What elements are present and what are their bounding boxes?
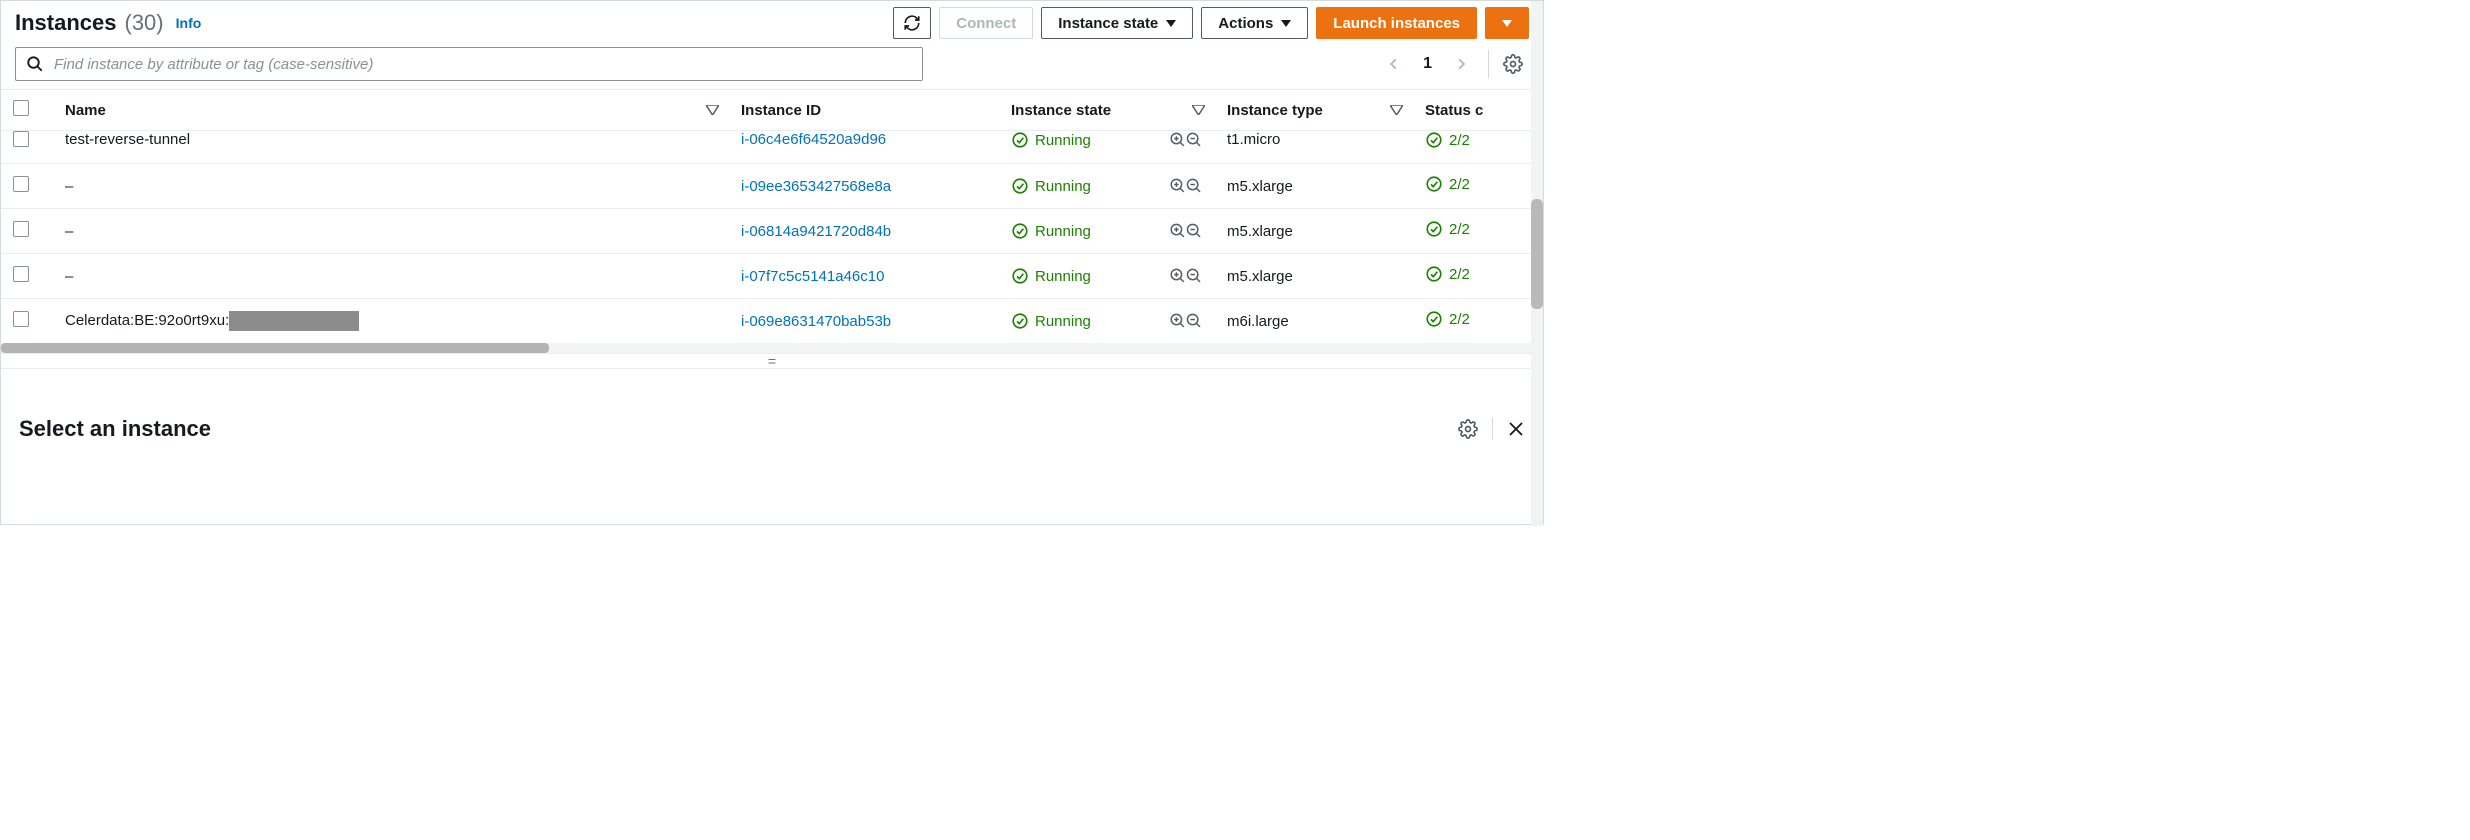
col-status[interactable]: Status c (1413, 90, 1543, 131)
row-checkbox[interactable] (13, 176, 29, 192)
search-input[interactable] (54, 56, 912, 73)
page-title: Instances (30) (15, 10, 164, 36)
state-running: Running (1011, 131, 1091, 149)
launch-instances-button[interactable]: Launch instances (1316, 7, 1477, 39)
instance-id-link[interactable]: i-09ee3653427568e8a (741, 178, 891, 195)
col-instance-state[interactable]: Instance state (999, 90, 1215, 131)
instance-count: (30) (125, 10, 164, 36)
chevron-down-icon (1502, 20, 1512, 27)
zoom-icons[interactable] (1169, 131, 1203, 149)
col-instance-id[interactable]: Instance ID (729, 90, 999, 131)
zoom-icons[interactable] (1169, 312, 1203, 330)
status-check: 2/2 (1425, 220, 1470, 238)
status-check: 2/2 (1425, 131, 1470, 149)
instance-state-dropdown[interactable]: Instance state (1041, 7, 1193, 39)
chevron-right-icon (1454, 55, 1468, 73)
detail-settings-button[interactable] (1458, 419, 1478, 439)
search-container[interactable] (15, 47, 923, 81)
chevron-left-icon (1387, 55, 1401, 73)
filter-icon[interactable] (706, 105, 719, 115)
redacted-block (229, 311, 359, 331)
horizontal-scrollbar[interactable] (1, 343, 1543, 353)
panel-splitter[interactable]: = (1, 353, 1543, 368)
instance-type: m6i.large (1227, 313, 1289, 330)
row-checkbox[interactable] (13, 131, 29, 147)
refresh-button[interactable] (893, 7, 931, 39)
status-check: 2/2 (1425, 310, 1470, 328)
state-running: Running (1011, 222, 1091, 240)
table-row[interactable]: – i-06814a9421720d84b Running m5.xlarge 2/2 (1, 209, 1543, 254)
status-check: 2/2 (1425, 265, 1470, 283)
state-running: Running (1011, 267, 1091, 285)
table-row[interactable]: – i-09ee3653427568e8a Running m5.xlarge 2/2 (1, 164, 1543, 209)
settings-button[interactable] (1488, 50, 1529, 78)
instance-type: t1.micro (1227, 131, 1280, 148)
launch-instances-caret[interactable] (1485, 7, 1529, 39)
row-checkbox[interactable] (13, 221, 29, 237)
filter-icon[interactable] (1390, 105, 1403, 115)
col-instance-type[interactable]: Instance type (1215, 90, 1413, 131)
instance-name: – (65, 223, 73, 240)
table-row[interactable]: – i-07f7c5c5141a46c10 Running m5.xlarge 2/2 (1, 254, 1543, 299)
divider (1492, 418, 1493, 440)
state-running: Running (1011, 312, 1091, 330)
instance-id-link[interactable]: i-069e8631470bab53b (741, 313, 891, 330)
drag-handle-icon: = (768, 353, 776, 369)
pager: 1 (1381, 50, 1529, 78)
pager-prev[interactable] (1381, 51, 1407, 77)
scrollbar-thumb[interactable] (1, 343, 549, 353)
table-row[interactable]: Celerdata:BE:92o0rt9xu: i-069e8631470bab5… (1, 299, 1543, 344)
instances-table-wrap: Name Instance ID Instance state Instance… (1, 89, 1543, 343)
actions-dropdown[interactable]: Actions (1201, 7, 1308, 39)
vertical-scrollbar[interactable] (1531, 1, 1543, 526)
instances-table: Name Instance ID Instance state Instance… (1, 90, 1543, 343)
instance-name: test-reverse-tunnel (65, 131, 190, 148)
row-checkbox[interactable] (13, 266, 29, 282)
chevron-down-icon (1281, 20, 1291, 27)
close-icon (1507, 420, 1525, 438)
select-all-checkbox[interactable] (13, 100, 29, 116)
table-row[interactable]: test-reverse-tunnel i-06c4e6f64520a9d96 Ru… (1, 131, 1543, 164)
detail-panel: Select an instance (1, 368, 1543, 488)
instance-name: – (65, 268, 73, 285)
zoom-icons[interactable] (1169, 267, 1203, 285)
instance-name: Celerdata:BE:92o0rt9xu: (65, 312, 229, 329)
search-icon (26, 55, 44, 73)
close-button[interactable] (1507, 420, 1525, 438)
connect-button: Connect (939, 7, 1033, 39)
scrollbar-thumb[interactable] (1531, 199, 1543, 309)
col-name[interactable]: Name (53, 90, 729, 131)
instance-type: m5.xlarge (1227, 268, 1293, 285)
gear-icon (1458, 419, 1478, 439)
title-text: Instances (15, 10, 117, 36)
instance-id-link[interactable]: i-06814a9421720d84b (741, 223, 891, 240)
pager-next[interactable] (1448, 51, 1474, 77)
gear-icon (1503, 54, 1523, 74)
state-running: Running (1011, 177, 1091, 195)
status-check: 2/2 (1425, 175, 1470, 193)
instance-id-link[interactable]: i-06c4e6f64520a9d96 (741, 131, 886, 148)
row-checkbox[interactable] (13, 311, 29, 327)
instance-type: m5.xlarge (1227, 178, 1293, 195)
refresh-icon (903, 14, 921, 32)
instance-type: m5.xlarge (1227, 223, 1293, 240)
pager-page: 1 (1415, 55, 1440, 73)
detail-title: Select an instance (19, 416, 211, 442)
chevron-down-icon (1166, 20, 1176, 27)
info-link[interactable]: Info (176, 15, 202, 31)
zoom-icons[interactable] (1169, 222, 1203, 240)
instance-id-link[interactable]: i-07f7c5c5141a46c10 (741, 268, 884, 285)
zoom-icons[interactable] (1169, 177, 1203, 195)
filter-icon[interactable] (1192, 105, 1205, 115)
instance-name: – (65, 178, 73, 195)
